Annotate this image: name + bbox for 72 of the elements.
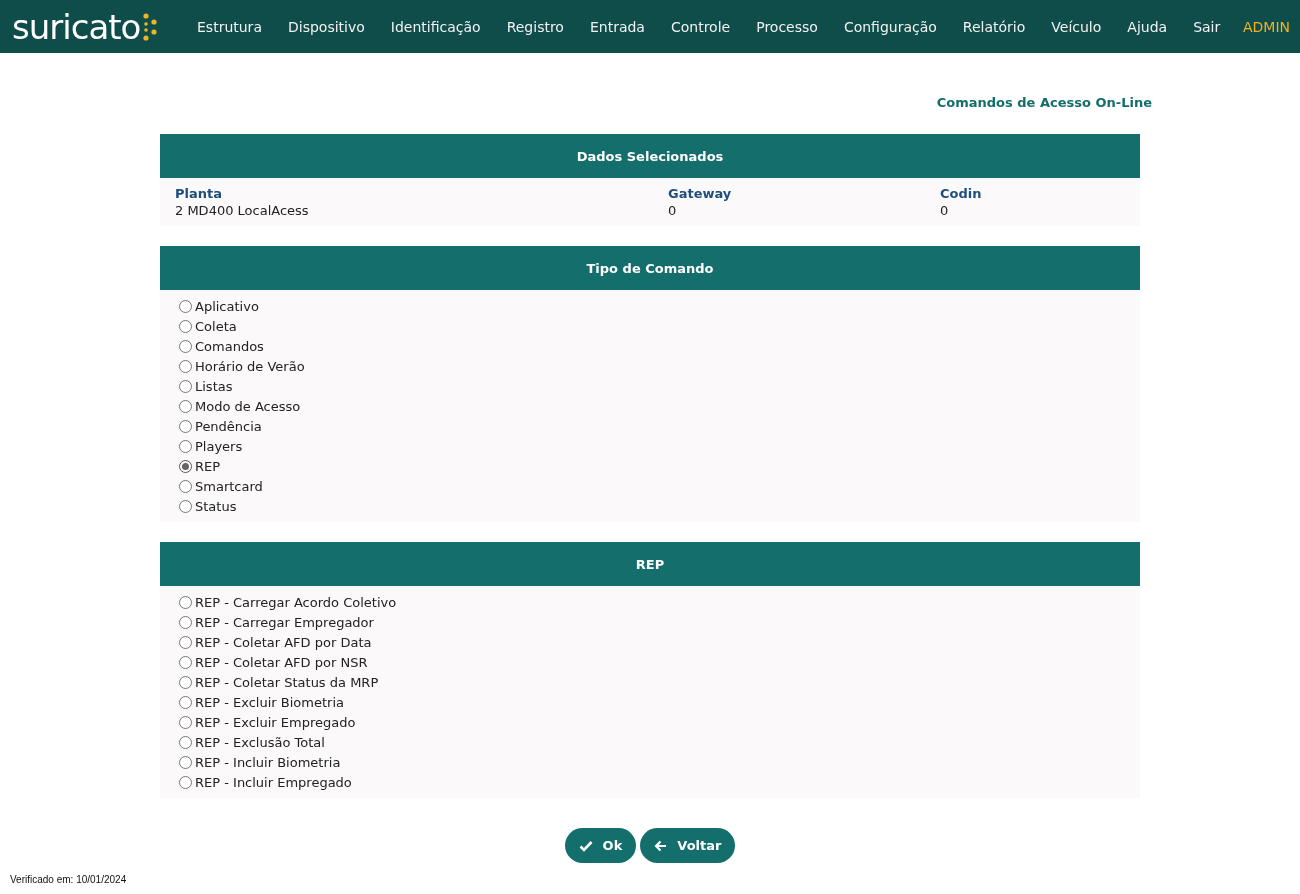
radio-button[interactable] (179, 615, 192, 629)
page-title: Comandos de Acesso On-Line (935, 95, 1152, 112)
radio-button[interactable] (179, 399, 192, 413)
radio-button[interactable] (179, 499, 192, 513)
option-label[interactable]: Smartcard (195, 478, 263, 494)
radio-button[interactable] (179, 715, 192, 729)
option-label[interactable]: Status (195, 498, 237, 514)
radio-button[interactable] (179, 379, 192, 393)
radio-button[interactable] (179, 655, 192, 669)
back-button[interactable]: Voltar (640, 828, 736, 863)
menu-item[interactable]: Processo (743, 18, 831, 35)
menu-item[interactable]: Ajuda (1114, 18, 1181, 35)
option-label[interactable]: REP - Excluir Biometria (195, 694, 344, 710)
menu-item[interactable]: Estrutura (184, 18, 275, 35)
radio-button[interactable] (179, 419, 192, 433)
menu-item[interactable]: Entrada (576, 18, 658, 35)
panel-header: REP (160, 542, 1140, 586)
option-label[interactable]: REP - Coletar Status da MRP (195, 674, 379, 690)
panel-header: Tipo de Comando (160, 246, 1140, 290)
option-label[interactable]: REP - Incluir Biometria (195, 754, 341, 770)
radio-button[interactable] (179, 695, 192, 709)
option-label[interactable]: Players (195, 438, 243, 454)
option-label[interactable]: REP - Carregar Acordo Coletivo (195, 594, 397, 610)
option-label[interactable]: Coleta (195, 318, 237, 334)
arrow-left-icon (654, 839, 668, 852)
dots-logo-icon (142, 11, 159, 42)
option-label[interactable]: REP - Coletar AFD por NSR (195, 654, 368, 670)
radio-button[interactable] (179, 735, 192, 749)
menu-item[interactable]: Sair (1180, 18, 1234, 35)
option-label[interactable]: REP - Excluir Empregado (195, 714, 356, 730)
radio-button[interactable] (179, 635, 192, 649)
option-label[interactable]: REP - Carregar Empregador (195, 614, 374, 630)
verification-date: Verificado em: 10/01/2024 (10, 874, 127, 885)
field-value: 0 (668, 202, 677, 220)
ok-button[interactable]: Ok (564, 828, 637, 863)
panel-header: Dados Selecionados (160, 134, 1140, 178)
option-label[interactable]: Pendência (195, 418, 262, 434)
menu-item[interactable]: Identificação (377, 18, 494, 35)
field-label: Gateway (668, 185, 732, 202)
menu-item[interactable]: Relatório (949, 18, 1039, 35)
radio-button[interactable] (179, 299, 192, 313)
option-label[interactable]: REP - Incluir Empregado (195, 774, 352, 790)
radio-button[interactable] (179, 595, 192, 609)
radio-button[interactable] (179, 339, 192, 353)
option-label[interactable]: Modo de Acesso (195, 398, 301, 414)
check-icon (578, 839, 593, 852)
option-label[interactable]: Horário de Verão (195, 358, 305, 374)
option-label[interactable]: Listas (195, 378, 233, 394)
option-label[interactable]: REP - Exclusão Total (195, 734, 325, 750)
logo-text[interactable]: suricato (12, 6, 141, 47)
radio-button[interactable] (179, 439, 192, 453)
radio-button[interactable] (179, 319, 192, 333)
menu-item[interactable]: Registro (493, 18, 577, 35)
radio-button[interactable] (179, 675, 192, 689)
field-value: 2 MD400 LocalAcess (175, 202, 309, 220)
menu-item[interactable]: Configuração (830, 18, 950, 35)
radio-button[interactable] (179, 755, 192, 769)
user-name[interactable]: ADMIN (1242, 18, 1290, 35)
option-label[interactable]: REP (195, 458, 221, 474)
option-label[interactable]: REP - Coletar AFD por Data (195, 634, 372, 650)
field-label: Planta (175, 185, 222, 202)
field-label: Codin (940, 185, 982, 202)
radio-button[interactable] (179, 359, 192, 373)
menu-item[interactable]: Veículo (1038, 18, 1115, 35)
option-label[interactable]: Aplicativo (195, 298, 259, 314)
option-label[interactable]: Comandos (195, 338, 264, 354)
radio-button[interactable] (179, 459, 192, 473)
radio-button[interactable] (179, 775, 192, 789)
menu-item[interactable]: Controle (657, 18, 744, 35)
field-value: 0 (940, 202, 949, 220)
menu-item[interactable]: Dispositivo (274, 18, 378, 35)
radio-button[interactable] (179, 479, 192, 493)
